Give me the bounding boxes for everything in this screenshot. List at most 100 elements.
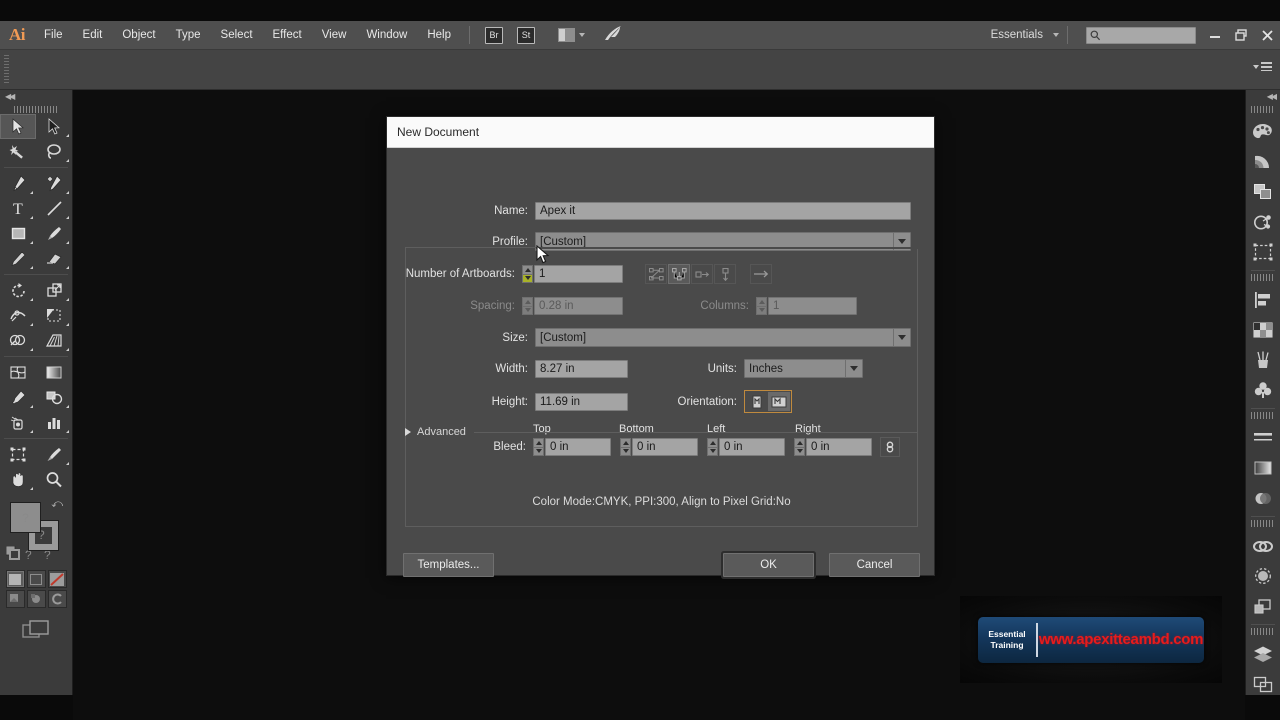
gradient-swatch-button[interactable] bbox=[26, 570, 46, 588]
bleed-bottom-down[interactable] bbox=[620, 446, 631, 456]
rectangle-tool[interactable] bbox=[0, 221, 36, 246]
direct-selection-tool[interactable] bbox=[36, 114, 72, 139]
bleed-left-up[interactable] bbox=[707, 438, 718, 447]
bleed-bottom-stepper[interactable] bbox=[620, 438, 631, 456]
size-select[interactable]: [Custom] bbox=[535, 328, 911, 347]
default-fill-stroke-icon[interactable] bbox=[5, 545, 20, 560]
hand-tool[interactable] bbox=[0, 467, 36, 492]
dock-group-grip-1[interactable] bbox=[1251, 106, 1275, 113]
arrange-by-row-icon[interactable] bbox=[691, 264, 713, 284]
bleed-left-down[interactable] bbox=[707, 446, 718, 456]
name-input[interactable]: Apex it bbox=[535, 202, 911, 220]
free-transform-tool[interactable] bbox=[36, 303, 72, 328]
behance-feather-icon[interactable] bbox=[603, 25, 623, 45]
gradient-tool[interactable] bbox=[36, 360, 72, 385]
bleed-bottom-input[interactable]: 0 in bbox=[632, 438, 698, 456]
templates-button[interactable]: Templates... bbox=[403, 553, 494, 577]
menu-select[interactable]: Select bbox=[211, 21, 263, 50]
bleed-top-down[interactable] bbox=[533, 446, 544, 456]
search-input[interactable] bbox=[1086, 26, 1196, 44]
menu-edit[interactable]: Edit bbox=[73, 21, 113, 50]
shape-builder-tool[interactable] bbox=[0, 328, 36, 353]
symbols-panel-icon[interactable] bbox=[1246, 375, 1280, 405]
spacing-input[interactable]: 0.28 in bbox=[534, 297, 623, 315]
zoom-tool[interactable] bbox=[36, 467, 72, 492]
minimize-button[interactable] bbox=[1202, 21, 1228, 50]
add-anchor-point-tool[interactable] bbox=[36, 171, 72, 196]
control-bar-grip[interactable] bbox=[4, 55, 9, 83]
color-panel-icon[interactable] bbox=[1246, 117, 1280, 147]
draw-behind-button[interactable] bbox=[26, 590, 46, 608]
fill-swatch[interactable]: ? bbox=[10, 502, 41, 533]
dock-group-grip-4[interactable] bbox=[1251, 520, 1275, 527]
scale-tool[interactable] bbox=[36, 278, 72, 303]
type-tool[interactable]: T bbox=[0, 196, 36, 221]
lasso-tool[interactable] bbox=[36, 139, 72, 164]
screen-mode-button[interactable] bbox=[0, 620, 72, 640]
bleed-left-input[interactable]: 0 in bbox=[719, 438, 785, 456]
cancel-button[interactable]: Cancel bbox=[829, 553, 920, 577]
orientation-landscape-button[interactable] bbox=[768, 392, 790, 411]
pencil-tool[interactable] bbox=[0, 246, 36, 271]
pathfinder-panel-icon[interactable] bbox=[1246, 207, 1280, 237]
perspective-grid-tool[interactable] bbox=[36, 328, 72, 353]
expand-panels-icon[interactable]: ◀◀ bbox=[1267, 92, 1277, 101]
draw-inside-button[interactable] bbox=[47, 590, 67, 608]
spacing-stepper-up[interactable] bbox=[522, 297, 533, 306]
bleed-right-up[interactable] bbox=[794, 438, 805, 447]
eyedropper-tool[interactable] bbox=[0, 385, 36, 410]
swatches-panel-icon[interactable] bbox=[1246, 315, 1280, 345]
none-swatch-button[interactable] bbox=[47, 570, 67, 588]
menu-file[interactable]: File bbox=[34, 21, 73, 50]
arrange-by-column-icon[interactable] bbox=[714, 264, 736, 284]
rotate-tool[interactable] bbox=[0, 278, 36, 303]
columns-stepper-up[interactable] bbox=[756, 297, 767, 306]
stock-button[interactable]: St bbox=[517, 26, 535, 44]
grid-by-row-icon[interactable] bbox=[645, 264, 667, 284]
bleed-top-up[interactable] bbox=[533, 438, 544, 447]
link-bleed-values-icon[interactable] bbox=[880, 437, 900, 457]
dock-group-grip-2[interactable] bbox=[1251, 274, 1275, 281]
eraser-tool[interactable] bbox=[36, 246, 72, 271]
orientation-portrait-button[interactable] bbox=[746, 392, 768, 411]
dock-group-grip-3[interactable] bbox=[1251, 412, 1275, 419]
artboards-panel-icon[interactable] bbox=[1246, 669, 1280, 699]
left-to-right-icon[interactable] bbox=[750, 264, 772, 284]
tools-panel-grip[interactable] bbox=[14, 104, 58, 114]
align-objects-panel-icon[interactable] bbox=[1246, 285, 1280, 315]
menu-window[interactable]: Window bbox=[356, 21, 417, 50]
width-input[interactable]: 8.27 in bbox=[535, 359, 628, 378]
artboards-input[interactable]: 1 bbox=[534, 265, 623, 283]
columns-stepper[interactable] bbox=[756, 297, 767, 315]
menu-effect[interactable]: Effect bbox=[263, 21, 312, 50]
artboards-stepper-up[interactable] bbox=[522, 265, 533, 274]
columns-input[interactable]: 1 bbox=[768, 297, 857, 315]
bleed-top-input[interactable]: 0 in bbox=[545, 438, 611, 456]
bridge-button[interactable]: Br bbox=[485, 26, 503, 44]
selection-tool[interactable] bbox=[0, 114, 36, 139]
menu-help[interactable]: Help bbox=[417, 21, 461, 50]
swap-fill-stroke-icon[interactable]: ⤺ bbox=[51, 498, 63, 511]
spacing-stepper[interactable] bbox=[522, 297, 533, 315]
layers-panel-alt-icon[interactable] bbox=[1246, 591, 1280, 621]
transparency-panel-icon[interactable] bbox=[1246, 483, 1280, 513]
workspace-chevron-icon[interactable] bbox=[1053, 33, 1059, 37]
blend-tool[interactable] bbox=[36, 385, 72, 410]
control-bar-menu-button[interactable] bbox=[1253, 62, 1272, 71]
menu-view[interactable]: View bbox=[312, 21, 357, 50]
dock-group-grip-5[interactable] bbox=[1251, 628, 1275, 635]
bleed-bottom-up[interactable] bbox=[620, 438, 631, 447]
menu-object[interactable]: Object bbox=[112, 21, 165, 50]
artboard-tool[interactable] bbox=[0, 442, 36, 467]
bleed-right-down[interactable] bbox=[794, 446, 805, 456]
draw-normal-button[interactable] bbox=[5, 590, 25, 608]
pen-tool[interactable] bbox=[0, 171, 36, 196]
line-segment-tool[interactable] bbox=[36, 196, 72, 221]
width-tool[interactable] bbox=[0, 303, 36, 328]
columns-stepper-down[interactable] bbox=[756, 305, 767, 315]
restore-button[interactable] bbox=[1228, 21, 1254, 50]
paintbrush-tool[interactable] bbox=[36, 221, 72, 246]
units-select[interactable]: Inches bbox=[744, 359, 863, 378]
arrange-documents-button[interactable] bbox=[558, 28, 585, 42]
spacing-stepper-down[interactable] bbox=[522, 305, 533, 315]
